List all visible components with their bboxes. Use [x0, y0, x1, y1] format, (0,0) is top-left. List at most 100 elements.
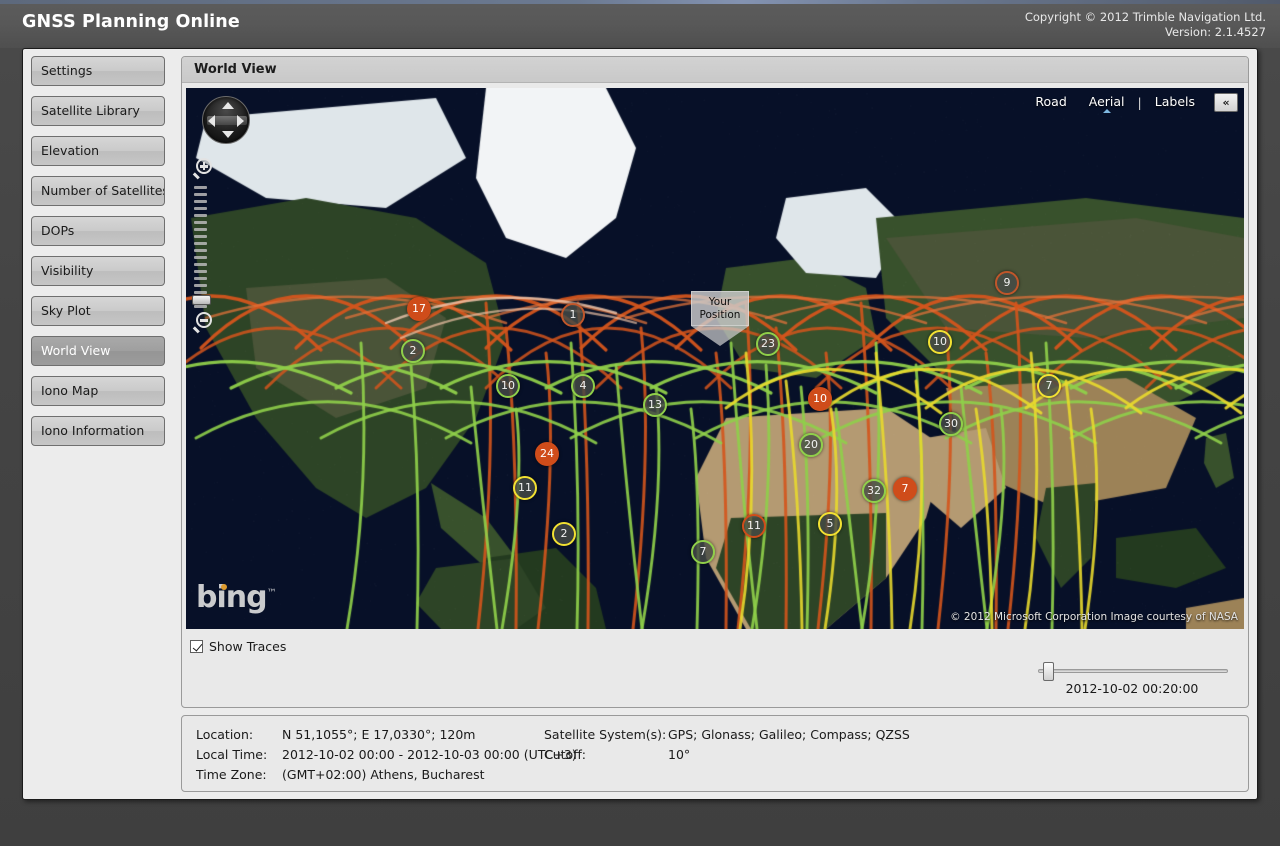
- zoom-tick: [194, 228, 207, 231]
- time-slider-handle[interactable]: [1043, 662, 1054, 681]
- zoom-tick: [194, 207, 207, 210]
- satellite-marker[interactable]: 20: [799, 433, 823, 457]
- sidebar-item-sky-plot[interactable]: Sky Plot: [31, 296, 165, 326]
- version-text: Version: 2.1.4527: [1025, 25, 1266, 40]
- satellite-marker[interactable]: 11: [513, 476, 537, 500]
- world-view-card: World View Road Aerial | Labels « Your P…: [181, 56, 1249, 708]
- sidebar-item-elevation[interactable]: Elevation: [31, 136, 165, 166]
- satellite-marker[interactable]: 7: [1037, 374, 1061, 398]
- zoom-slider-handle[interactable]: [192, 295, 211, 305]
- time-slider-track[interactable]: [1038, 669, 1228, 673]
- satellite-marker[interactable]: 17: [407, 297, 431, 321]
- info-key: Time Zone:: [196, 765, 282, 785]
- zoom-tick: [194, 242, 207, 245]
- zoom-tick: [194, 221, 207, 224]
- satellite-marker[interactable]: 23: [756, 332, 780, 356]
- zoom-tick: [194, 193, 207, 196]
- info-key: Satellite System(s):: [544, 725, 668, 745]
- sidebar-item-iono-map[interactable]: Iono Map: [31, 376, 165, 406]
- card-header: World View: [182, 57, 1248, 83]
- show-traces-control[interactable]: Show Traces: [190, 639, 286, 654]
- satellite-marker[interactable]: 1: [561, 303, 585, 327]
- your-position-marker[interactable]: Your Position: [691, 291, 749, 346]
- zoom-tick: [194, 249, 207, 252]
- satellite-marker[interactable]: 10: [808, 387, 832, 411]
- pan-left-icon[interactable]: [208, 115, 215, 127]
- world-map[interactable]: Road Aerial | Labels « Your Position 17 …: [186, 88, 1244, 629]
- app-title: GNSS Planning Online: [22, 12, 240, 32]
- map-type-road[interactable]: Road: [1024, 93, 1077, 112]
- satellite-marker[interactable]: 32: [862, 479, 886, 503]
- map-panel-collapse-button[interactable]: «: [1214, 93, 1238, 112]
- bing-logo: bing™: [196, 580, 276, 615]
- satellite-marker[interactable]: 2: [552, 522, 576, 546]
- satellite-marker[interactable]: 9: [995, 271, 1019, 295]
- pan-control[interactable]: [202, 96, 250, 144]
- your-position-label: Your Position: [691, 291, 749, 326]
- sidebar-item-iono-information[interactable]: Iono Information: [31, 416, 165, 446]
- satellite-marker[interactable]: 11: [742, 514, 766, 538]
- info-row: Cutoff: 10°: [544, 745, 910, 765]
- info-column-left: Location: N 51,1055°; E 17,0330°; 120m Loc…: [196, 725, 577, 785]
- info-key: Local Time:: [196, 745, 282, 765]
- satellite-marker[interactable]: 10: [928, 330, 952, 354]
- sidebar-item-visibility[interactable]: Visibility: [31, 256, 165, 286]
- pan-right-icon[interactable]: [237, 115, 244, 127]
- zoom-tick: [194, 256, 207, 259]
- zoom-tick: [194, 263, 207, 266]
- info-value: (GMT+02:00) Athens, Bucharest: [282, 765, 484, 785]
- zoom-tick: [194, 284, 207, 287]
- main-panel: Settings Satellite Library Elevation Number…: [22, 48, 1258, 800]
- info-row: Satellite System(s): GPS; Glonass; Galile…: [544, 725, 910, 745]
- copyright-block: Copyright © 2012 Trimble Navigation Ltd.…: [1025, 10, 1266, 40]
- show-traces-checkbox[interactable]: [190, 640, 203, 653]
- satellite-marker[interactable]: 13: [643, 393, 667, 417]
- satellite-marker[interactable]: 7: [893, 477, 917, 501]
- zoom-slider[interactable]: [192, 182, 214, 310]
- sidebar-item-satellite-library[interactable]: Satellite Library: [31, 96, 165, 126]
- your-position-pointer-icon: [691, 326, 749, 346]
- trademark-symbol: ™: [267, 588, 276, 599]
- satellite-marker[interactable]: 24: [535, 442, 559, 466]
- map-imagery-canvas: [186, 88, 1244, 629]
- map-type-labels[interactable]: Labels: [1144, 93, 1206, 112]
- pan-up-icon[interactable]: [222, 102, 234, 109]
- zoom-tick: [194, 270, 207, 273]
- sidebar-item-settings[interactable]: Settings: [31, 56, 165, 86]
- info-value: GPS; Glonass; Galileo; Compass; QZSS: [668, 725, 910, 745]
- zoom-in-icon[interactable]: [193, 158, 215, 180]
- map-type-selector: Road Aerial | Labels «: [1024, 93, 1238, 112]
- time-slider-control[interactable]: 2012-10-02 00:20:00: [1032, 669, 1232, 696]
- satellite-marker[interactable]: 10: [496, 374, 520, 398]
- satellite-marker[interactable]: 7: [691, 540, 715, 564]
- time-slider-value: 2012-10-02 00:20:00: [1032, 681, 1232, 696]
- info-value: 10°: [668, 745, 690, 765]
- satellite-marker[interactable]: 5: [818, 512, 842, 536]
- show-traces-label: Show Traces: [209, 639, 286, 654]
- sidebar-item-world-view[interactable]: World View: [31, 336, 165, 366]
- pan-down-icon[interactable]: [222, 131, 234, 138]
- satellite-marker[interactable]: 2: [401, 339, 425, 363]
- sidebar-item-dops[interactable]: DOPs: [31, 216, 165, 246]
- bing-wordmark: bing: [196, 580, 267, 615]
- info-row: Location: N 51,1055°; E 17,0330°; 120m: [196, 725, 577, 745]
- info-value: N 51,1055°; E 17,0330°; 120m: [282, 725, 475, 745]
- satellite-marker[interactable]: 30: [939, 412, 963, 436]
- info-column-right: Satellite System(s): GPS; Glonass; Galile…: [544, 725, 910, 765]
- map-navigation-widget[interactable]: [192, 96, 250, 334]
- app-header: GNSS Planning Online Copyright © 2012 Tr…: [0, 0, 1280, 48]
- map-type-aerial[interactable]: Aerial: [1078, 93, 1136, 112]
- copyright-text: Copyright © 2012 Trimble Navigation Ltd.: [1025, 10, 1266, 25]
- bing-dot-icon: [221, 584, 227, 590]
- satellite-marker[interactable]: 4: [571, 374, 595, 398]
- info-key: Cutoff:: [544, 745, 668, 765]
- map-type-separator: |: [1136, 95, 1144, 110]
- zoom-tick: [194, 186, 207, 189]
- zoom-out-icon[interactable]: [193, 312, 215, 334]
- your-position-line1: Your: [694, 296, 746, 309]
- map-attribution: © 2012 Microsoft Corporation Image court…: [950, 611, 1238, 623]
- session-info-card: Location: N 51,1055°; E 17,0330°; 120m Loc…: [181, 715, 1249, 792]
- info-value: 2012-10-02 00:00 - 2012-10-03 00:00 (UTC…: [282, 745, 577, 765]
- sidebar-item-number-of-satellites[interactable]: Number of Satellites: [31, 176, 165, 206]
- your-position-line2: Position: [694, 309, 746, 322]
